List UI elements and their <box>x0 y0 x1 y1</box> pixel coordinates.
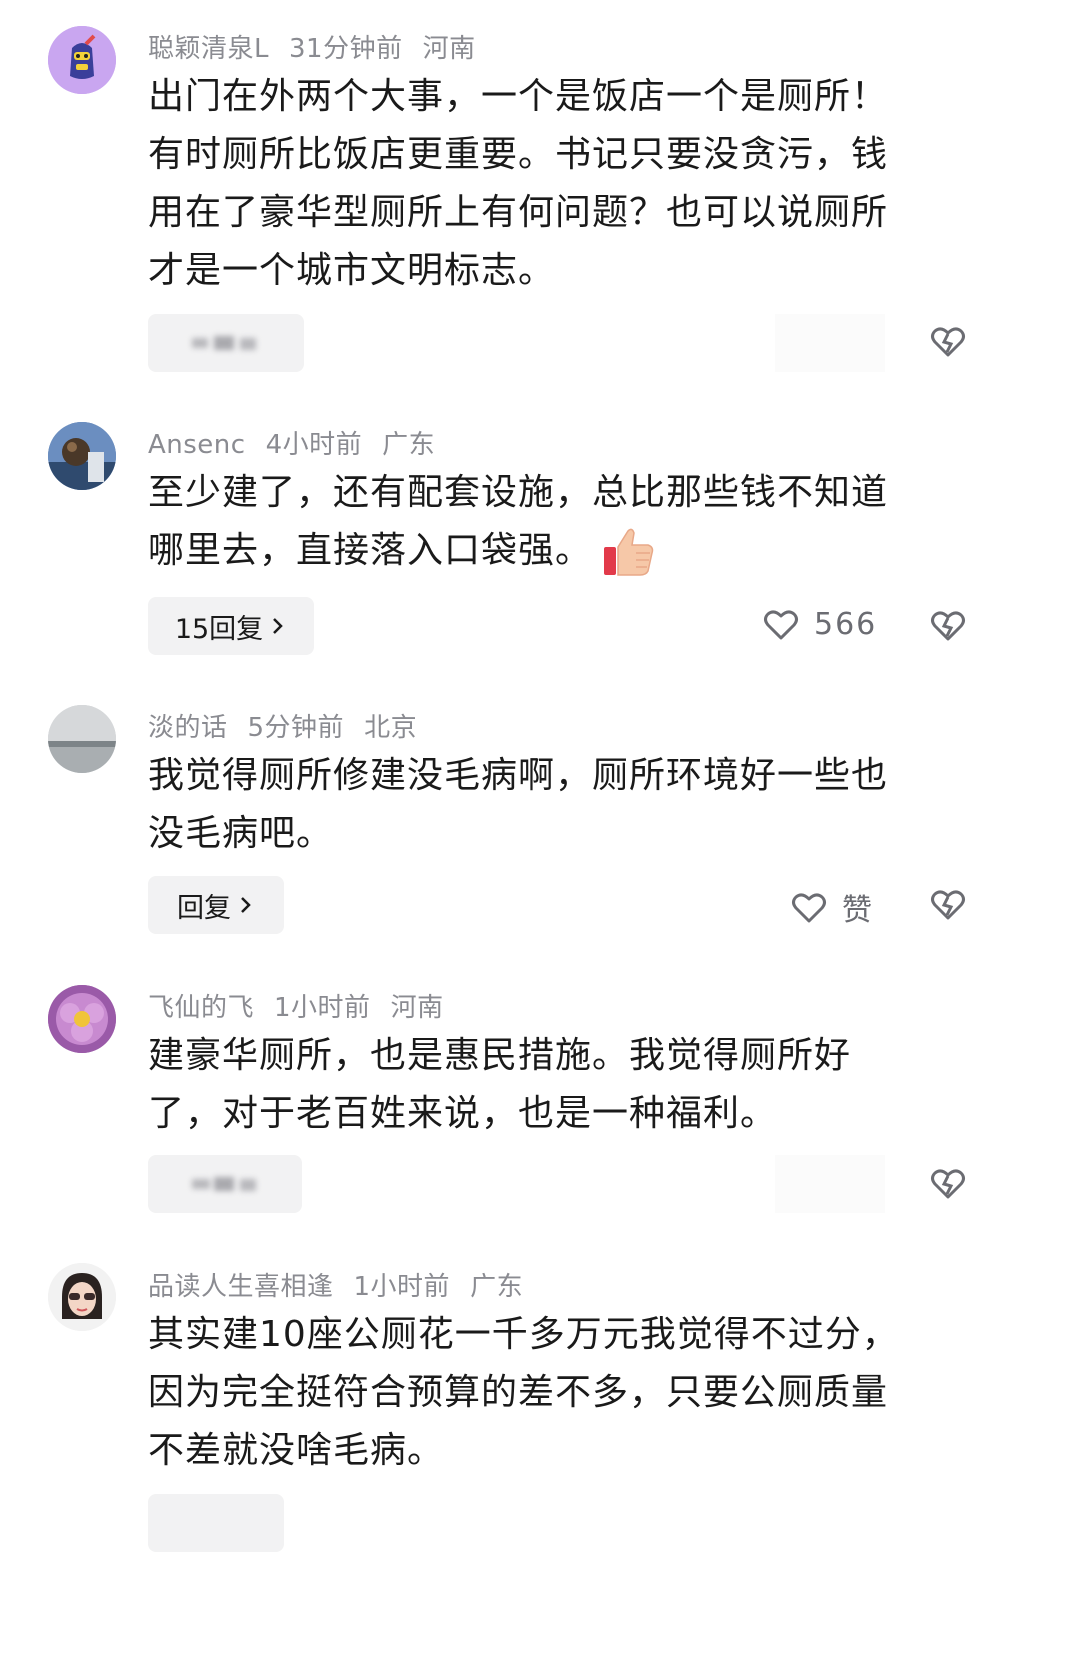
comment-line: 不差就没啥毛病。 <box>148 1430 445 1471</box>
landscape-photo-avatar-icon <box>48 705 116 773</box>
avatar[interactable] <box>48 26 116 94</box>
thumbs-up-icon <box>604 528 654 576</box>
broken-heart-icon[interactable] <box>928 885 968 925</box>
comment-location: 广东 <box>382 430 436 460</box>
comment-time: 5分钟前 <box>247 713 345 743</box>
comment-meta: 淡的话 5分钟前 北京 <box>148 707 437 744</box>
comment-line: 用在了豪华型厕所上有何问题？也可以说厕所 <box>148 192 889 233</box>
comment-text: 我觉得厕所修建没毛病啊，厕所环境好一些也 没毛病吧。 <box>148 747 948 863</box>
broken-heart-icon[interactable] <box>928 322 968 362</box>
comment-text: 至少建了，还有配套设施，总比那些钱不知道 哪里去，直接落入口袋强。 <box>148 464 948 580</box>
comment-location: 北京 <box>364 713 418 743</box>
username[interactable]: Ansenc <box>148 430 246 460</box>
comment-meta: 飞仙的飞 1小时前 河南 <box>148 987 464 1024</box>
avatar[interactable] <box>48 705 116 773</box>
reply-button[interactable] <box>148 1155 302 1213</box>
username[interactable]: 淡的话 <box>148 713 228 743</box>
comment-line-text: 哪里去，直接落入口袋强。 <box>148 530 593 571</box>
blurred-reply-label <box>192 1177 256 1191</box>
comment-location: 河南 <box>390 993 444 1023</box>
reply-button[interactable] <box>148 314 304 372</box>
comment-line: 其实建10座公厕花一千多万元我觉得不过分， <box>148 1314 899 1355</box>
comment-line: 才是一个城市文明标志。 <box>148 250 556 291</box>
comment-line: 哪里去，直接落入口袋强。 <box>148 522 948 580</box>
like-area[interactable] <box>775 1155 885 1213</box>
comment-line: 建豪华厕所，也是惠民措施。我觉得厕所好 <box>148 1035 852 1076</box>
comment-line: 出门在外两个大事，一个是饭店一个是厕所！ <box>148 76 889 117</box>
comment-meta: 聪颖清泉L 31分钟前 河南 <box>148 28 496 65</box>
broken-heart-icon[interactable] <box>928 1164 968 1204</box>
reply-button[interactable] <box>148 1494 284 1552</box>
comment-location: 广东 <box>470 1272 524 1302</box>
like-area[interactable] <box>775 314 885 372</box>
comment-time: 1小时前 <box>274 993 371 1023</box>
heart-icon <box>792 893 826 923</box>
comment-line: 了，对于老百姓来说，也是一种福利。 <box>148 1093 778 1134</box>
comment-text: 出门在外两个大事，一个是饭店一个是厕所！ 有时厕所比饭店更重要。书记只要没贪污，… <box>148 68 948 300</box>
comment-time: 4小时前 <box>265 430 363 460</box>
chevron-right-icon <box>241 897 251 913</box>
avatar[interactable] <box>48 985 116 1053</box>
blurred-reply-label <box>192 336 256 350</box>
cartoon-character-avatar-icon <box>48 26 116 94</box>
avatar[interactable] <box>48 1263 116 1331</box>
reply-label: 回复 <box>177 892 231 924</box>
comment-meta: 品读人生喜相逢 1小时前 广东 <box>148 1266 543 1303</box>
like-button[interactable]: 566 <box>762 606 877 642</box>
comment-text: 建豪华厕所，也是惠民措施。我觉得厕所好 了，对于老百姓来说，也是一种福利。 <box>148 1027 948 1143</box>
like-button[interactable]: 赞 <box>790 885 872 929</box>
like-label: 赞 <box>842 893 872 928</box>
username[interactable]: 飞仙的飞 <box>148 993 254 1023</box>
comment-line: 没毛病吧。 <box>148 813 334 854</box>
flower-photo-avatar-icon <box>48 985 116 1053</box>
comment-location: 河南 <box>422 34 476 64</box>
broken-heart-icon[interactable] <box>928 606 968 646</box>
username[interactable]: 品读人生喜相逢 <box>148 1272 334 1302</box>
comment-time: 31分钟前 <box>289 34 403 64</box>
comment-meta: Ansenc 4小时前 广东 <box>148 424 455 461</box>
reply-button[interactable]: 回复 <box>148 876 284 934</box>
woman-sunglasses-avatar-icon <box>48 1263 116 1331</box>
comment-line: 至少建了，还有配套设施，总比那些钱不知道 <box>148 472 889 513</box>
reply-label: 15回复 <box>174 613 264 645</box>
comment-line: 我觉得厕所修建没毛病啊，厕所环境好一些也 <box>148 755 889 796</box>
reply-button[interactable]: 15回复 <box>148 597 314 655</box>
comment-line: 有时厕所比饭店更重要。书记只要没贪污，钱 <box>148 134 889 175</box>
ball-photo-avatar-icon <box>48 422 116 490</box>
like-count: 566 <box>814 606 878 642</box>
comment-time: 1小时前 <box>353 1272 451 1302</box>
avatar[interactable] <box>48 422 116 490</box>
heart-icon <box>764 610 798 640</box>
comment-line: 因为完全挺符合预算的差不多，只要公厕质量 <box>148 1372 889 1413</box>
username[interactable]: 聪颖清泉L <box>148 34 269 64</box>
comment-text: 其实建10座公厕花一千多万元我觉得不过分， 因为完全挺符合预算的差不多，只要公厕… <box>148 1306 948 1480</box>
chevron-right-icon <box>273 618 283 634</box>
